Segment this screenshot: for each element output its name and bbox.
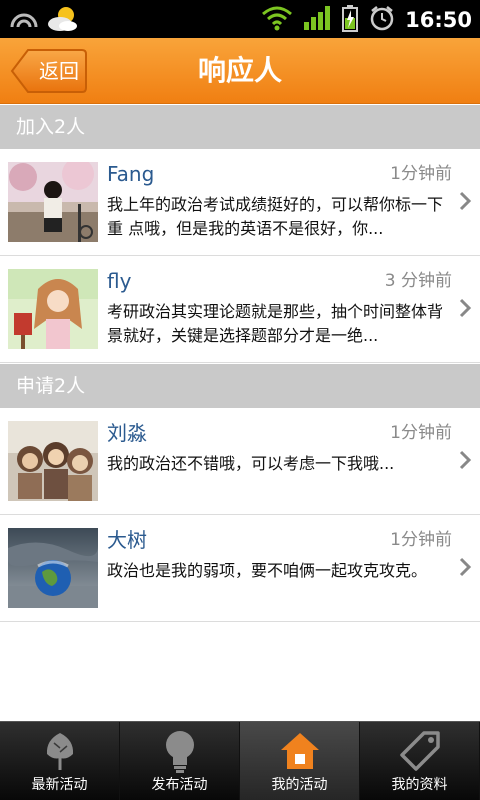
message-preview: 考研政治其实理论题就是那些，抽个时间整体背景就好，关键是选择题部分才是一绝... [107,302,444,345]
avatar [8,528,98,608]
signal-icon [303,4,331,36]
avatar [8,269,98,349]
tab-my-activities[interactable]: 我的活动 [240,722,360,800]
list-item[interactable]: fly 3 分钟前 考研政治其实理论题就是那些，抽个时间整体背景就好，关键是选择… [0,256,480,363]
leaf-icon [0,728,119,774]
user-name[interactable]: fly [107,266,131,296]
section-applied-header: 申请2人 [0,364,480,408]
user-name[interactable]: 大树 [107,525,147,555]
timestamp: 1分钟前 [390,530,452,550]
tab-my-profile[interactable]: 我的资料 [360,722,480,800]
message-preview: 我的政治还不错哦，可以考虑一下我哦... [107,454,395,473]
tab-label: 我的活动 [271,777,328,793]
tab-label: 我的资料 [391,777,448,793]
chevron-right-icon [459,450,472,470]
avatar [8,421,98,501]
bulb-icon [120,728,239,774]
list-item[interactable]: 刘淼 1分钟前 我的政治还不错哦，可以考虑一下我哦... [0,408,480,515]
status-bar: 16:50 [0,0,480,38]
weather-icon [46,4,80,38]
tag-icon [360,728,479,774]
title-bar: 响应人 返回 [0,38,480,104]
list-item[interactable]: 大树 1分钟前 政治也是我的弱项，要不咱俩一起攻克攻克。 [0,515,480,622]
message-preview: 政治也是我的弱项，要不咱俩一起攻克攻克。 [107,561,428,580]
chevron-right-icon [459,191,472,211]
section-joined-header: 加入2人 [0,105,480,149]
home-icon [240,728,359,774]
timestamp: 3 分钟前 [384,271,452,291]
bottom-tab-bar: 最新活动 发布活动 我的活动 我的资料 [0,721,480,800]
wifi-icon [261,4,293,36]
tab-label: 发布活动 [151,777,208,793]
user-name[interactable]: 刘淼 [107,418,147,448]
timestamp: 1分钟前 [390,164,452,184]
message-preview: 我上年的政治考试成绩挺好的，可以帮你标一下重 点哦，但是我的英语不是很好，你..… [107,195,444,238]
alarm-icon [369,4,395,36]
avatar [8,162,98,242]
tab-publish-activity[interactable]: 发布活动 [120,722,240,800]
user-name[interactable]: Fang [107,159,154,189]
status-time: 16:50 [405,8,472,32]
back-button[interactable]: 返回 [10,48,88,94]
list-item[interactable]: Fang 1分钟前 我上年的政治考试成绩挺好的，可以帮你标一下重 点哦，但是我的… [0,149,480,256]
back-button-label: 返回 [39,59,79,83]
chevron-right-icon [459,298,472,318]
chevron-right-icon [459,557,472,577]
tab-latest-activities[interactable]: 最新活动 [0,722,120,800]
timestamp: 1分钟前 [390,423,452,443]
app-screen: 16:50 响应人 返回 加入2人 Fang 1分钟前 我上年的政治考试成绩挺好… [0,0,480,800]
tab-label: 最新活动 [31,777,88,793]
battery-icon [341,4,359,36]
sync-icon [8,5,40,37]
